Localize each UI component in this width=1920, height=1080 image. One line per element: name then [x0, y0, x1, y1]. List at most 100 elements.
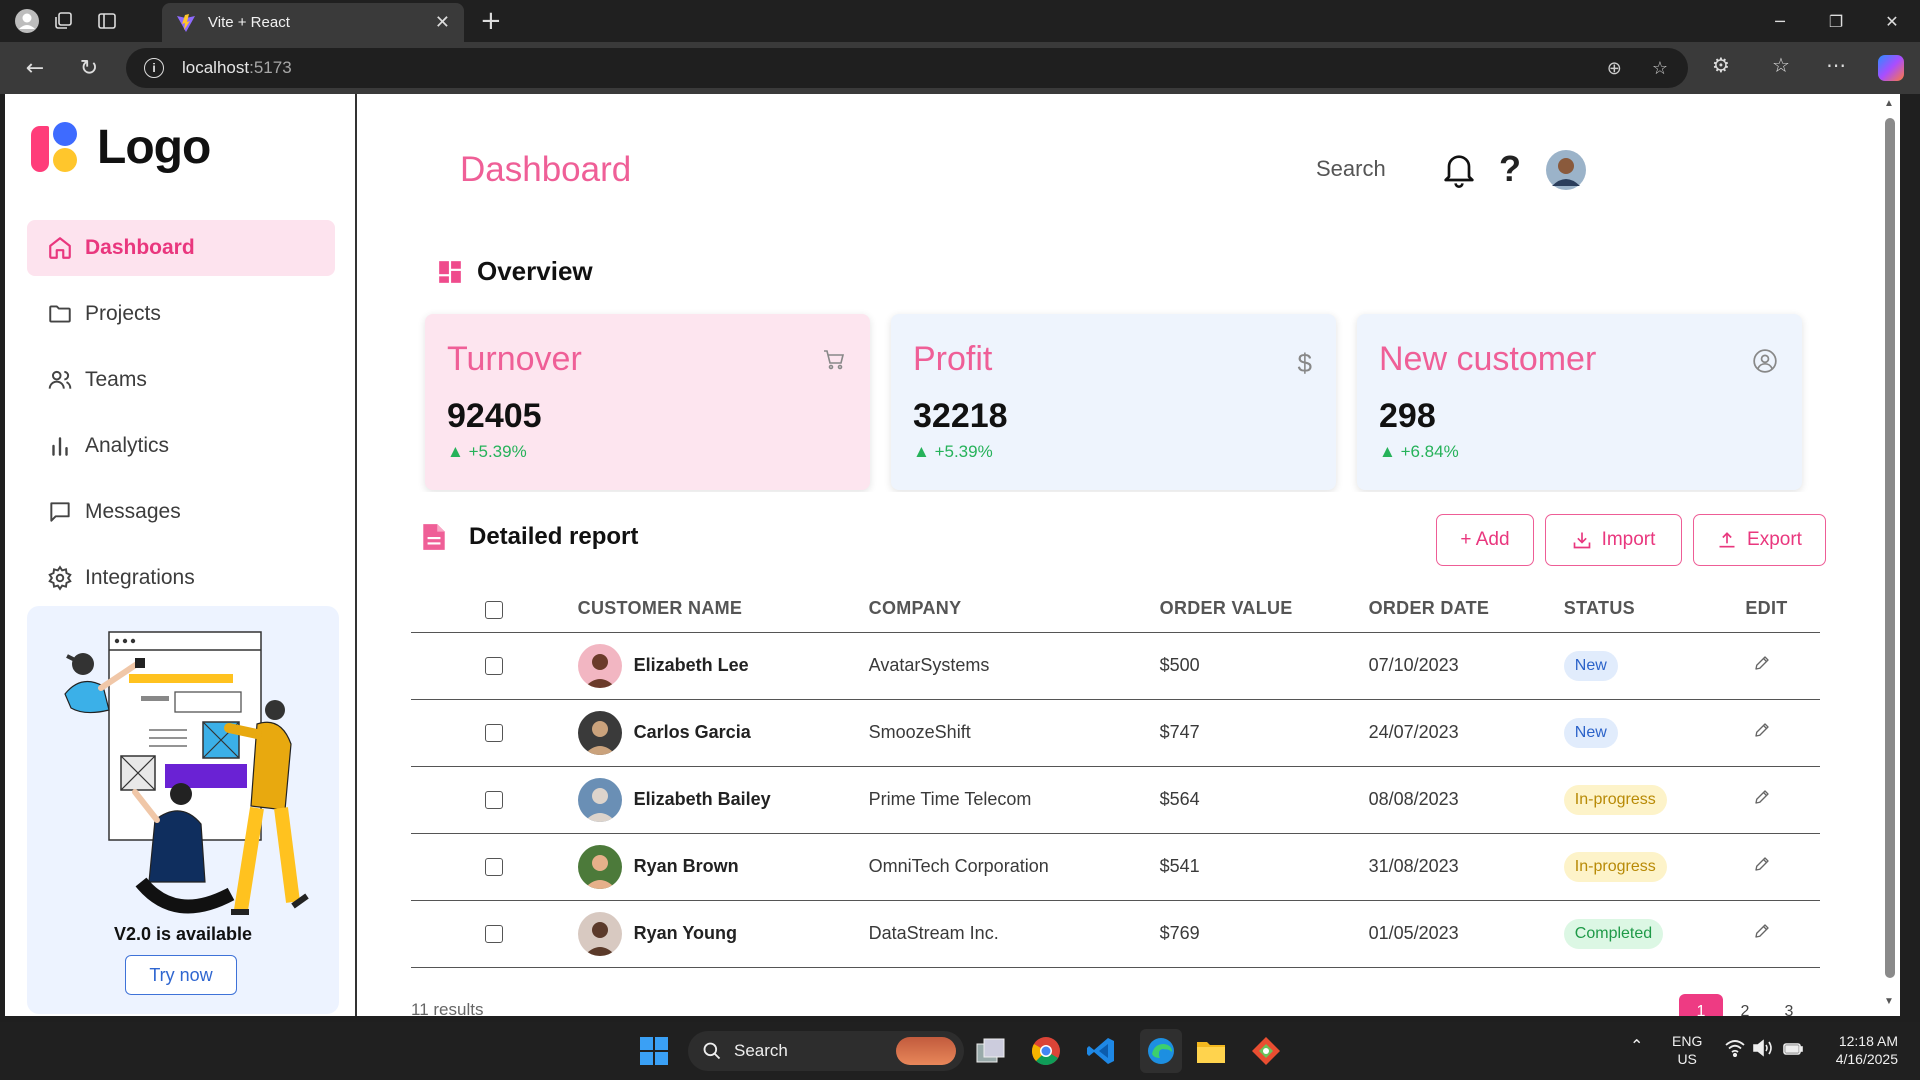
page-button-3[interactable]: 3 [1767, 994, 1811, 1016]
users-icon [48, 370, 72, 389]
chrome-icon[interactable] [1030, 1035, 1062, 1067]
url-port: :5173 [249, 58, 292, 77]
company-cell: DataStream Inc. [868, 900, 1160, 968]
volume-icon[interactable] [1752, 1039, 1774, 1061]
customer-name: Elizabeth Bailey [633, 789, 771, 809]
page-scrollbar[interactable]: ▲ ▼ [1880, 94, 1900, 1016]
site-info-icon[interactable]: i [144, 58, 164, 78]
edit-pencil-icon[interactable] [1753, 656, 1771, 676]
tray-chevron-icon[interactable]: ⌃ [1630, 1038, 1643, 1056]
sidebar-item-label: Teams [85, 368, 147, 391]
file-explorer-icon[interactable] [1195, 1035, 1227, 1067]
customer-avatar [577, 643, 622, 688]
customer-name: Ryan Young [633, 923, 737, 943]
user-avatar[interactable] [1546, 150, 1586, 195]
select-all-checkbox[interactable] [485, 600, 504, 619]
folder-icon [49, 305, 71, 323]
close-window-icon[interactable]: ✕ [1864, 0, 1920, 42]
minimize-icon[interactable]: ─ [1752, 0, 1808, 42]
sidebar-item-integrations[interactable]: Integrations [27, 550, 335, 606]
user-circle-icon [1752, 348, 1778, 379]
search-icon [703, 1042, 721, 1060]
windows-taskbar: Search ⌃ ENG US 12:18 AM 4/16/2025 [0, 1022, 1920, 1080]
upload-icon [1719, 532, 1735, 548]
vscode-icon[interactable] [1085, 1035, 1117, 1067]
sidebar-item-teams[interactable]: Teams [27, 352, 335, 408]
scrollbar-thumb[interactable] [1885, 118, 1895, 978]
row-checkbox[interactable] [485, 657, 504, 676]
try-now-button[interactable]: Try now [125, 955, 237, 995]
customer-avatar [577, 911, 622, 956]
export-button[interactable]: Export [1693, 514, 1826, 566]
copilot-icon[interactable] [1878, 55, 1904, 81]
company-cell: SmoozeShift [868, 699, 1160, 767]
row-checkbox[interactable] [485, 791, 504, 810]
edit-pencil-icon[interactable] [1753, 723, 1771, 743]
edge-icon[interactable] [1140, 1029, 1182, 1073]
maximize-icon[interactable]: ❐ [1808, 0, 1864, 42]
url-field[interactable]: i localhost:5173 ⊕ ☆ [126, 48, 1688, 88]
help-icon[interactable]: ? [1499, 148, 1521, 190]
table-row: Carlos Garcia SmoozeShift $747 24/07/2023 Ne… [411, 699, 1820, 767]
column-header[interactable]: CUSTOMER NAME [577, 586, 869, 633]
customer-name: Elizabeth Lee [633, 655, 749, 675]
edit-cell [1745, 766, 1820, 834]
favorites-icon[interactable]: ☆ [1772, 53, 1790, 77]
edit-pencil-icon[interactable] [1753, 924, 1771, 944]
column-header[interactable]: ORDER DATE [1368, 586, 1564, 633]
notification-bell-icon[interactable] [1439, 150, 1479, 195]
zoom-icon[interactable]: ⊕ [1607, 58, 1622, 79]
page-button-2[interactable]: 2 [1723, 994, 1767, 1016]
windows-start-icon[interactable] [638, 1035, 670, 1067]
profile-icon[interactable] [14, 8, 40, 34]
search-input[interactable]: Search [1316, 156, 1386, 182]
tab-actions-icon[interactable] [94, 8, 120, 34]
sidebar-item-analytics[interactable]: Analytics [27, 418, 335, 474]
edit-cell [1745, 632, 1820, 700]
more-menu-icon[interactable]: ⋯ [1826, 53, 1846, 77]
column-header: EDIT [1745, 586, 1820, 633]
table-row: Ryan Brown OmniTech Corporation $541 31/08/… [411, 833, 1820, 901]
status-cell: In-progress [1563, 833, 1746, 901]
edit-pencil-icon[interactable] [1753, 790, 1771, 810]
column-header[interactable]: ORDER VALUE [1159, 586, 1369, 633]
card-title: New customer [1379, 340, 1597, 378]
row-checkbox[interactable] [485, 925, 504, 944]
customer-name: Ryan Brown [633, 856, 739, 876]
battery-icon[interactable] [1782, 1039, 1804, 1061]
sidebar-item-dashboard[interactable]: Dashboard [27, 220, 335, 276]
wifi-icon[interactable] [1724, 1039, 1746, 1062]
git-app-icon[interactable] [1250, 1035, 1282, 1067]
column-header[interactable]: STATUS [1563, 586, 1746, 633]
sidebar-item-projects[interactable]: Projects [27, 286, 335, 342]
download-icon [1573, 532, 1590, 549]
edit-cell [1745, 699, 1820, 767]
close-tab-icon[interactable]: ✕ [435, 12, 450, 33]
add-button[interactable]: + Add [1436, 514, 1534, 566]
edit-pencil-icon[interactable] [1753, 857, 1771, 877]
back-icon[interactable]: ← [20, 53, 50, 83]
import-button[interactable]: Import [1545, 514, 1682, 566]
task-view-icon[interactable] [975, 1035, 1007, 1067]
reload-icon[interactable]: ↻ [74, 53, 104, 83]
extensions-icon[interactable]: ⚙ [1712, 53, 1730, 77]
scroll-down-icon[interactable]: ▼ [1884, 996, 1894, 1007]
clock[interactable]: 12:18 AM 4/16/2025 [1818, 1032, 1898, 1068]
document-icon [423, 524, 445, 550]
row-checkbox[interactable] [485, 724, 504, 743]
card-delta: ▲ +5.39% [447, 442, 527, 461]
new-tab-icon[interactable]: + [480, 6, 502, 36]
scroll-up-icon[interactable]: ▲ [1884, 98, 1894, 109]
sidebar-item-messages[interactable]: Messages [27, 484, 335, 540]
company-cell: OmniTech Corporation [868, 833, 1160, 901]
column-header[interactable]: COMPANY [868, 586, 1160, 633]
browser-tab[interactable]: Vite + React ✕ [162, 3, 464, 42]
customer-cell: Ryan Brown [577, 833, 869, 901]
logo[interactable]: Logo [31, 120, 211, 175]
workspaces-icon[interactable] [50, 8, 76, 34]
page-button-1[interactable]: 1 [1679, 994, 1723, 1016]
favorite-star-icon[interactable]: ☆ [1652, 58, 1668, 79]
language-indicator[interactable]: ENG US [1672, 1032, 1702, 1068]
taskbar-search[interactable]: Search [688, 1031, 964, 1071]
row-checkbox[interactable] [485, 858, 504, 877]
